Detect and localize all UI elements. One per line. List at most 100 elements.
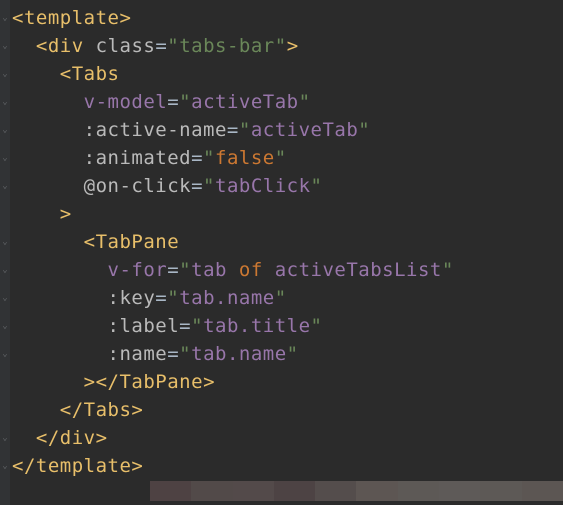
token-quote: " (167, 35, 179, 57)
token-attr: class (96, 35, 156, 57)
token-key: of (239, 259, 263, 281)
token-quote: " (287, 343, 299, 365)
fold-marker[interactable]: ⌄ (0, 172, 10, 200)
fold-marker[interactable]: ⌄ (0, 228, 10, 256)
token-punct: </ (96, 371, 120, 393)
fold-marker[interactable]: ⌄ (0, 32, 10, 60)
code-line[interactable]: <template> (12, 7, 131, 29)
code-line[interactable]: </div> (12, 427, 108, 449)
fold-marker[interactable]: ⌄ (0, 312, 10, 340)
token-tag: div (48, 35, 84, 57)
token-punct: < (84, 231, 96, 253)
token-attr: :name (108, 343, 168, 365)
fold-marker[interactable]: ⌄ (0, 340, 10, 368)
token-quote: " (275, 147, 287, 169)
code-line[interactable]: <TabPane (12, 231, 179, 253)
code-line[interactable]: :active-name="activeTab" (12, 119, 370, 141)
fold-marker[interactable]: ⌄ (0, 116, 10, 144)
code-line[interactable]: ></TabPane> (12, 371, 215, 393)
code-line[interactable]: :name="tab.name" (12, 343, 299, 365)
code-line[interactable]: </template> (12, 455, 143, 477)
code-area[interactable]: <template> <div class="tabs-bar"> <Tabs … (12, 4, 563, 480)
token-quote: " (442, 259, 454, 281)
token-op: = (167, 259, 179, 281)
code-line[interactable]: <div class="tabs-bar"> (12, 35, 299, 57)
artifact-block (398, 481, 439, 501)
token-punct: > (84, 371, 96, 393)
token-dir: v-for (108, 259, 168, 281)
code-line[interactable]: </Tabs> (12, 399, 143, 421)
code-line[interactable]: @on-click="tabClick" (12, 175, 322, 197)
token-quote: " (179, 343, 191, 365)
token-ident: activeTab (251, 119, 358, 141)
fold-marker[interactable]: ⌄ (0, 60, 10, 88)
token-tag: TabPane (119, 371, 203, 393)
token-op (84, 35, 96, 57)
fold-marker-column: ⌄⌄⌄⌄⌄⌄⌄⌄⌄⌄⌄⌄⌄⌄ (0, 4, 10, 480)
token-punct: > (131, 399, 143, 421)
code-line[interactable]: v-for="tab of activeTabsList" (12, 259, 454, 281)
token-punct: > (60, 203, 72, 225)
fold-marker[interactable] (0, 396, 10, 424)
token-quote: " (167, 287, 179, 309)
token-op: = (167, 343, 179, 365)
token-punct: > (203, 371, 215, 393)
token-quote: " (358, 119, 370, 141)
token-punct: > (119, 7, 131, 29)
token-punct: </ (12, 455, 36, 477)
token-quote: " (275, 35, 287, 57)
token-ident: tab.name (191, 343, 287, 365)
token-punct: > (96, 427, 108, 449)
token-punct: < (60, 63, 72, 85)
token-quote: " (239, 119, 251, 141)
fold-marker[interactable] (0, 200, 10, 228)
token-tag: template (24, 7, 120, 29)
fold-marker[interactable]: ⌄ (0, 4, 10, 32)
token-dir: v-model (84, 91, 168, 113)
code-line[interactable]: > (12, 203, 72, 225)
token-ident: tab.title (203, 315, 310, 337)
token-punct: </ (60, 399, 84, 421)
artifact-block (191, 481, 232, 501)
token-op: = (155, 35, 167, 57)
fold-marker[interactable]: ⌄ (0, 256, 10, 284)
token-quote: " (203, 147, 215, 169)
token-op: = (191, 147, 203, 169)
token-attr: :label (108, 315, 180, 337)
token-ident: tab.name (179, 287, 275, 309)
fold-marker[interactable]: ⌄ (0, 144, 10, 172)
artifact-block (274, 481, 315, 501)
token-quote: " (191, 315, 203, 337)
artifact-block (356, 481, 397, 501)
token-quote: " (179, 91, 191, 113)
token-op: = (155, 287, 167, 309)
token-ident: activeTabsList (263, 259, 442, 281)
token-punct: </ (36, 427, 60, 449)
token-tag: template (36, 455, 132, 477)
fold-marker[interactable]: ⌄ (0, 88, 10, 116)
token-key: false (215, 147, 275, 169)
fold-marker[interactable] (0, 368, 10, 396)
token-punct: < (12, 7, 24, 29)
token-ident: activeTab (191, 91, 298, 113)
artifact-block (315, 481, 356, 501)
code-line[interactable]: :key="tab.name" (12, 287, 287, 309)
artifact-block (233, 481, 274, 501)
code-line[interactable]: :animated="false" (12, 147, 287, 169)
artifact-block (480, 481, 521, 501)
code-line[interactable]: :label="tab.title" (12, 315, 322, 337)
code-line[interactable]: <Tabs (12, 63, 119, 85)
token-punct: > (131, 455, 143, 477)
artifact-block (150, 481, 191, 501)
code-line[interactable]: v-model="activeTab" (12, 91, 311, 113)
fold-marker[interactable]: ⌄ (0, 452, 10, 480)
token-quote: " (275, 287, 287, 309)
token-quote: " (179, 259, 191, 281)
artifact-block (439, 481, 480, 501)
token-op: = (167, 91, 179, 113)
code-editor[interactable]: ⌄⌄⌄⌄⌄⌄⌄⌄⌄⌄⌄⌄⌄⌄ <template> <div class="ta… (0, 0, 563, 505)
token-tag: Tabs (84, 399, 132, 421)
fold-marker[interactable]: ⌄ (0, 284, 10, 312)
token-attr: @on-click (84, 175, 191, 197)
fold-marker[interactable]: ⌄ (0, 424, 10, 452)
